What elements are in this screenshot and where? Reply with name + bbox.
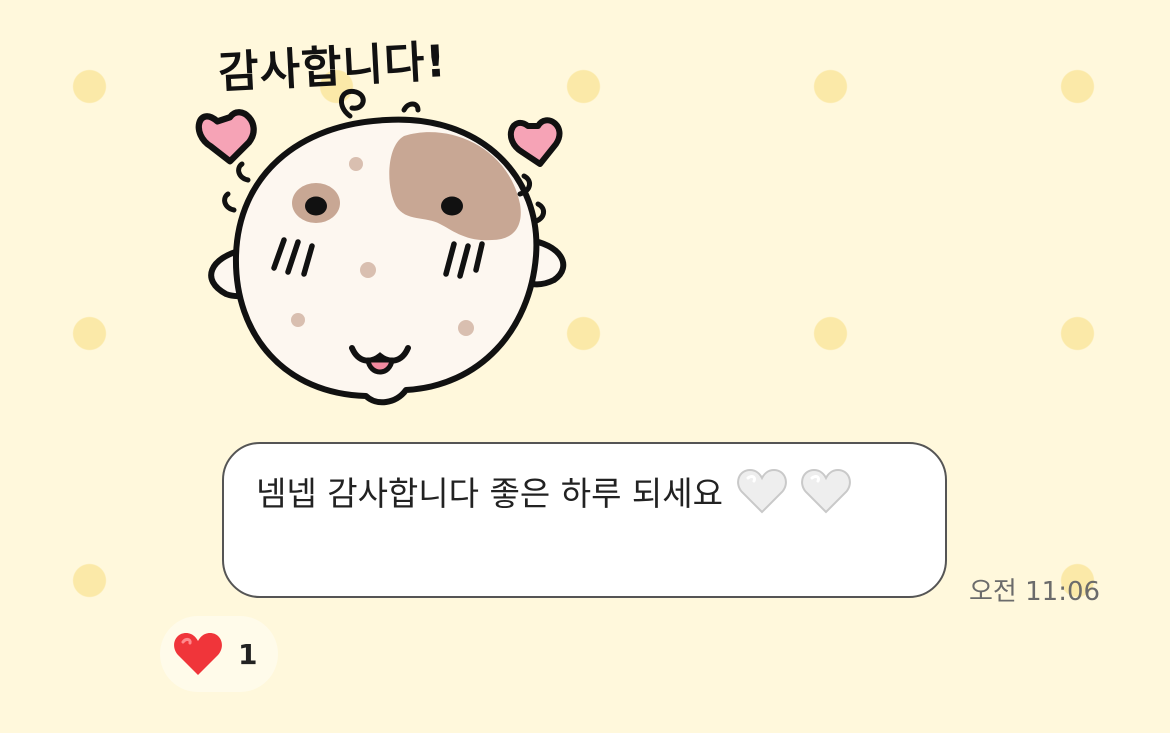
sticker-message[interactable]: 감사합니다! xyxy=(190,18,585,418)
message-text: 넴넵 감사합니다 좋은 하루 되세요 xyxy=(256,474,723,513)
red-heart-icon xyxy=(174,633,222,675)
pink-heart-icon xyxy=(195,109,257,165)
reaction-badge[interactable]: 1 xyxy=(160,616,278,692)
message-bubble[interactable]: 넴넵 감사합니다 좋은 하루 되세요 xyxy=(222,442,947,598)
hamster-sticker-image: 감사합니다! xyxy=(195,36,567,406)
white-heart-icon xyxy=(736,468,787,514)
pink-heart-icon xyxy=(508,117,563,167)
message-text-line: 넴넵 감사합니다 좋은 하루 되세요 xyxy=(256,468,915,520)
white-heart-icon xyxy=(801,468,851,514)
reaction-count: 1 xyxy=(238,637,258,671)
sticker-caption: 감사합니다! xyxy=(217,36,448,99)
message-timestamp: 오전 11:06 xyxy=(969,577,1101,607)
